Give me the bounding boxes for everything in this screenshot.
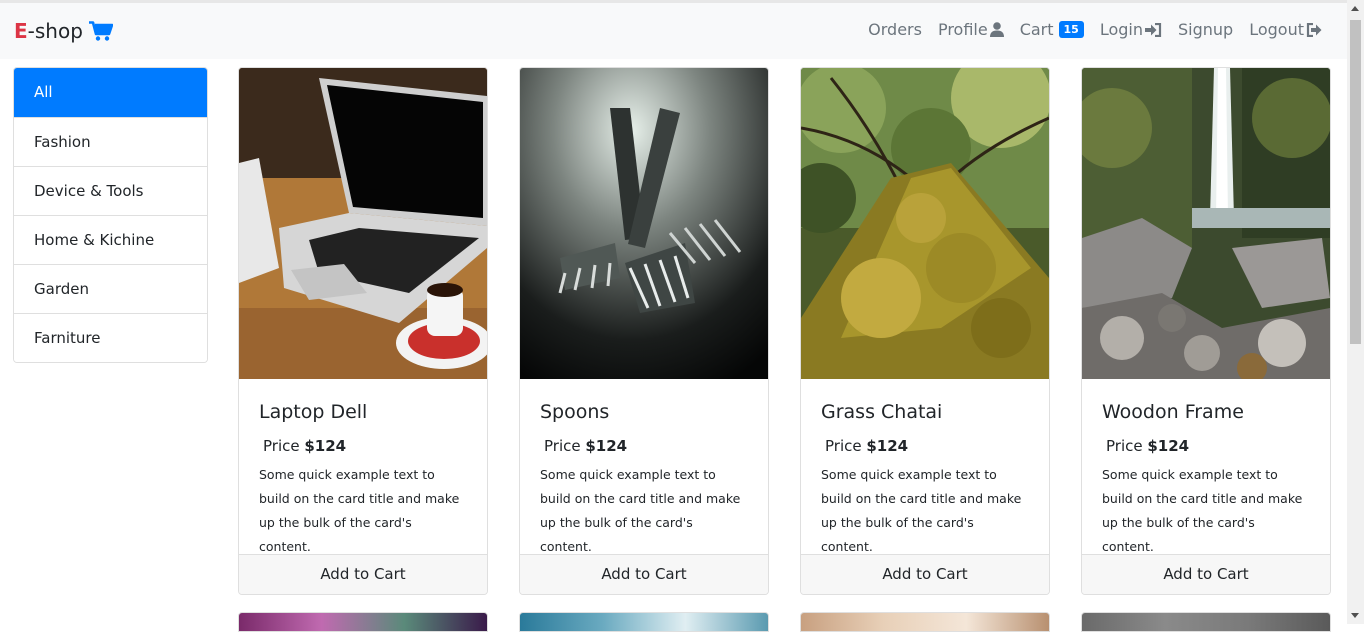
page-scrollbar[interactable] — [1347, 0, 1364, 624]
product-image[interactable] — [1082, 68, 1330, 379]
brand-e: E — [14, 19, 28, 43]
product-card: Spoons Price $124 Some quick example tex… — [519, 67, 769, 595]
category-home-kitchen[interactable]: Home & Kichine — [14, 215, 207, 264]
price-value: $124 — [1147, 437, 1190, 455]
price-label: Price — [825, 437, 862, 455]
nav-links: Orders Profile Cart 15 Login Signup Logo… — [852, 20, 1323, 39]
product-image[interactable] — [239, 68, 487, 379]
price-value: $124 — [585, 437, 628, 455]
product-card-next-row[interactable] — [238, 612, 488, 632]
sign-in-icon — [1145, 22, 1162, 37]
product-description: Some quick example text to build on the … — [259, 467, 460, 554]
product-image[interactable] — [520, 68, 768, 379]
product-card-next-row[interactable] — [519, 612, 769, 632]
add-to-cart-button[interactable]: Add to Cart — [239, 554, 487, 594]
nav-cart-label: Cart — [1019, 20, 1054, 39]
nav-orders[interactable]: Orders — [868, 20, 922, 39]
brand-logo[interactable]: E -shop — [14, 19, 113, 43]
scroll-up-arrow-icon[interactable] — [1351, 6, 1359, 11]
nav-logout[interactable]: Logout — [1249, 20, 1323, 39]
price-label: Price — [263, 437, 300, 455]
product-card: Laptop Dell Price $124 Some quick exampl… — [238, 67, 488, 595]
add-to-cart-button[interactable]: Add to Cart — [801, 554, 1049, 594]
nav-logout-label: Logout — [1249, 20, 1304, 39]
brand-name: -shop — [27, 19, 83, 43]
cart-count-badge: 15 — [1058, 21, 1084, 38]
price-label: Price — [1106, 437, 1143, 455]
product-price: Price $124 — [825, 437, 1029, 455]
product-description: Some quick example text to build on the … — [1102, 467, 1303, 554]
product-title: Woodon Frame — [1102, 401, 1244, 423]
product-image[interactable] — [801, 68, 1049, 379]
product-title: Laptop Dell — [259, 401, 368, 423]
product-card: Grass Chatai Price $124 Some quick examp… — [800, 67, 1050, 595]
user-icon — [989, 22, 1004, 37]
product-price: Price $124 — [544, 437, 748, 455]
navbar: E -shop Orders Profile Cart 15 Login Sig… — [0, 3, 1347, 59]
shopping-cart-icon — [88, 21, 113, 41]
add-to-cart-button[interactable]: Add to Cart — [1082, 554, 1330, 594]
nav-orders-label: Orders — [868, 20, 922, 39]
nav-profile[interactable]: Profile — [938, 20, 1004, 39]
product-price: Price $124 — [263, 437, 467, 455]
category-sidebar: All Fashion Device & Tools Home & Kichin… — [13, 67, 208, 363]
scroll-down-arrow-icon[interactable] — [1351, 613, 1359, 618]
sign-out-icon — [1306, 22, 1322, 37]
category-fashion[interactable]: Fashion — [14, 117, 207, 166]
nav-profile-label: Profile — [937, 20, 988, 39]
product-title: Grass Chatai — [821, 401, 943, 423]
product-title: Spoons — [540, 401, 610, 423]
nav-signup[interactable]: Signup — [1178, 20, 1233, 39]
category-furniture[interactable]: Farniture — [14, 313, 207, 362]
product-card-next-row[interactable] — [800, 612, 1050, 632]
price-label: Price — [544, 437, 581, 455]
nav-login-label: Login — [1099, 20, 1144, 39]
category-garden[interactable]: Garden — [14, 264, 207, 313]
nav-signup-label: Signup — [1178, 20, 1234, 39]
price-value: $124 — [866, 437, 909, 455]
product-card: Woodon Frame Price $124 Some quick examp… — [1081, 67, 1331, 595]
product-price: Price $124 — [1106, 437, 1310, 455]
price-value: $124 — [304, 437, 347, 455]
product-description: Some quick example text to build on the … — [540, 467, 741, 554]
nav-cart[interactable]: Cart 15 — [1020, 20, 1084, 39]
add-to-cart-button[interactable]: Add to Cart — [520, 554, 768, 594]
nav-login[interactable]: Login — [1100, 20, 1162, 39]
product-card-next-row[interactable] — [1081, 612, 1331, 632]
category-device-tools[interactable]: Device & Tools — [14, 166, 207, 215]
product-description: Some quick example text to build on the … — [821, 467, 1022, 554]
category-all[interactable]: All — [14, 68, 207, 117]
scrollbar-thumb[interactable] — [1350, 20, 1361, 344]
